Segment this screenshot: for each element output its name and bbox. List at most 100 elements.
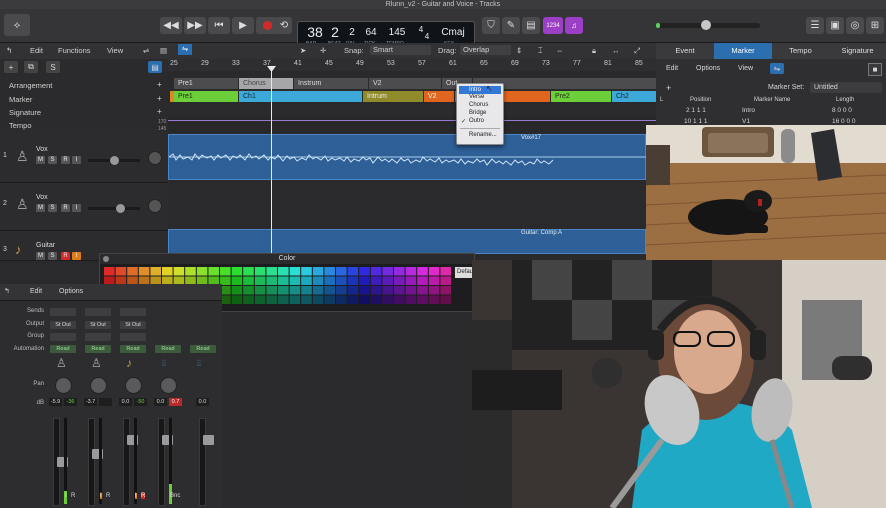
mute-button[interactable]: M — [36, 252, 45, 260]
view-menu[interactable]: View — [107, 46, 123, 55]
count-in-button[interactable]: ✎ — [502, 17, 520, 34]
color-swatch[interactable] — [417, 276, 428, 286]
play-button[interactable]: ▶ — [232, 17, 254, 34]
arrangement-section-pre1[interactable]: Pre1 — [174, 78, 238, 89]
automation-mode[interactable]: Read — [155, 345, 181, 353]
global-tracks-toggle[interactable]: ▤ — [148, 61, 162, 73]
color-swatch[interactable] — [428, 267, 440, 276]
group-slot[interactable] — [120, 333, 146, 341]
mixer-options-menu[interactable]: Options — [59, 288, 83, 295]
marker-intrum[interactable]: Intrum — [363, 91, 423, 102]
color-swatch[interactable] — [324, 286, 335, 295]
volume-db[interactable]: -5.9 — [49, 398, 62, 406]
record-button[interactable]: R — [106, 493, 110, 499]
functions-menu[interactable]: Functions — [58, 46, 91, 55]
record-enable-button[interactable]: R — [61, 156, 70, 164]
record-enable-button[interactable]: R — [61, 252, 70, 260]
arrangement-add-icon[interactable]: + — [157, 80, 162, 89]
color-swatch[interactable] — [359, 276, 370, 286]
input-monitor-button[interactable]: I — [72, 204, 81, 212]
pan-knob[interactable] — [90, 377, 107, 394]
color-swatch[interactable] — [231, 295, 243, 305]
marker-row[interactable]: 2 1 1 1 Intro 8 0 0 0 — [656, 106, 886, 116]
color-swatch[interactable] — [301, 295, 312, 305]
input-monitor-button[interactable]: I — [135, 493, 137, 499]
back-icon[interactable]: ↰ — [6, 46, 12, 55]
color-swatch[interactable] — [243, 267, 254, 276]
fader-cap[interactable] — [203, 435, 214, 445]
color-swatch[interactable] — [312, 295, 324, 305]
input-monitor-button[interactable]: I — [65, 493, 67, 499]
global-solo-button[interactable]: S — [46, 61, 60, 73]
color-swatch[interactable] — [301, 267, 312, 276]
color-swatch[interactable] — [266, 276, 277, 286]
pan-knob[interactable] — [55, 377, 72, 394]
send-slot[interactable] — [120, 308, 146, 316]
list-editors-button[interactable]: ☰ — [806, 17, 824, 34]
marker-ch2[interactable]: Ch2 — [612, 91, 656, 102]
loop-browser-button[interactable]: ◎ — [846, 17, 864, 34]
color-swatch[interactable] — [231, 286, 243, 295]
color-swatch[interactable] — [324, 267, 335, 276]
volume-fader[interactable] — [199, 418, 214, 506]
track-name[interactable]: Guitar — [36, 242, 55, 249]
color-swatch[interactable] — [370, 276, 382, 286]
color-swatch[interactable] — [417, 267, 428, 276]
color-swatch[interactable] — [162, 267, 173, 276]
fit-icon[interactable]: ⤢ — [634, 46, 640, 56]
color-swatch[interactable] — [359, 267, 370, 276]
color-swatch[interactable] — [324, 295, 335, 305]
marker-ch1[interactable]: Ch1 — [239, 91, 362, 102]
color-swatch[interactable] — [440, 276, 451, 286]
forward-button[interactable]: ▶▶ — [184, 17, 206, 34]
color-swatch[interactable] — [370, 267, 382, 276]
output-slot[interactable]: St Out — [50, 321, 76, 329]
volume-fader[interactable] — [158, 418, 173, 506]
arrangement-section-v2[interactable]: V2 — [369, 78, 441, 89]
automation-mode[interactable]: Read — [120, 345, 146, 353]
color-swatch[interactable] — [266, 286, 277, 295]
color-swatch[interactable] — [231, 276, 243, 286]
split-icon[interactable]: ⌶ — [538, 46, 543, 56]
color-swatch[interactable] — [208, 267, 219, 276]
color-swatch[interactable] — [405, 276, 417, 286]
pan-knob[interactable] — [160, 377, 177, 394]
color-swatch[interactable] — [289, 295, 301, 305]
color-swatch[interactable] — [278, 276, 289, 286]
list-toggle-button[interactable]: ■ — [868, 63, 882, 76]
vertical-zoom-icon[interactable]: ⇕ — [516, 46, 522, 55]
empty-lane[interactable] — [168, 181, 646, 228]
color-swatch[interactable] — [440, 286, 451, 295]
snap-select[interactable]: Smart — [370, 45, 431, 55]
record-button[interactable]: R — [71, 493, 75, 499]
menu-item-intro[interactable]: Intro — [459, 86, 501, 94]
send-slot[interactable] — [85, 308, 111, 316]
tempo-lane[interactable] — [168, 117, 656, 132]
add-track-button[interactable]: + — [4, 61, 18, 73]
volume-fader[interactable] — [123, 418, 138, 506]
color-swatch[interactable] — [440, 267, 451, 276]
metronome-button[interactable]: ♫ — [565, 17, 583, 34]
color-swatch[interactable] — [370, 286, 382, 295]
pan-knob[interactable] — [148, 151, 162, 165]
color-swatch[interactable] — [405, 267, 417, 276]
volume-knob[interactable] — [701, 20, 711, 30]
color-swatch[interactable] — [278, 295, 289, 305]
color-swatch[interactable] — [231, 267, 243, 276]
color-swatch[interactable] — [347, 267, 359, 276]
color-swatch[interactable] — [359, 286, 370, 295]
color-swatch[interactable] — [370, 295, 382, 305]
input-monitor-button[interactable]: I — [72, 252, 81, 260]
signature-add-icon[interactable]: + — [157, 107, 162, 116]
arrangement-section-chorus[interactable]: Chorus — [239, 78, 293, 89]
playhead[interactable] — [271, 68, 272, 254]
color-swatch[interactable] — [405, 286, 417, 295]
color-swatch[interactable] — [289, 286, 301, 295]
color-swatch[interactable] — [254, 286, 266, 295]
color-swatch[interactable] — [394, 276, 405, 286]
color-swatch[interactable] — [312, 276, 324, 286]
master-volume-slider[interactable] — [656, 20, 760, 30]
arrangement-section-instrum[interactable]: Instrum — [294, 78, 368, 89]
record-button[interactable] — [256, 17, 278, 34]
edit-menu[interactable]: Edit — [30, 46, 43, 55]
